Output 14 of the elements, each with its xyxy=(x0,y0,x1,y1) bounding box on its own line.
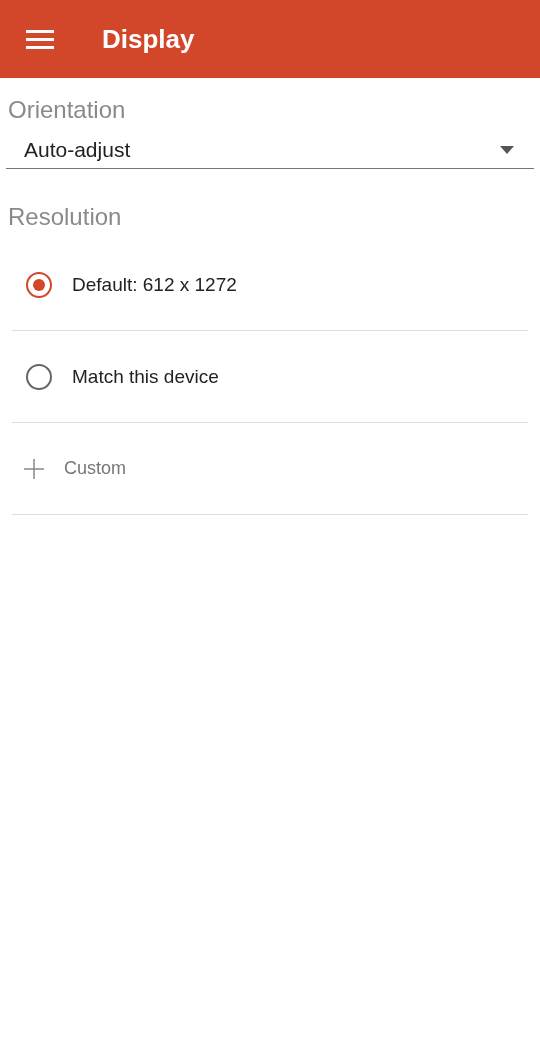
orientation-dropdown[interactable]: Auto-adjust xyxy=(6,138,534,169)
custom-button[interactable]: Custom xyxy=(12,423,528,515)
section-label: Resolution xyxy=(7,202,123,231)
radio-option[interactable]: Default: 612 x 1272 xyxy=(12,239,528,331)
option-label: Default: 612 x 1272 xyxy=(72,273,237,296)
radio-button[interactable] xyxy=(26,363,52,390)
option-label: Match this device xyxy=(72,365,219,388)
menu-icon[interactable] xyxy=(26,27,54,51)
radio-button[interactable] xyxy=(26,271,52,298)
caret-icon xyxy=(500,146,514,154)
screen-title: Display xyxy=(102,23,195,55)
section-label: Orientation xyxy=(7,95,127,124)
plus-icon xyxy=(24,458,44,479)
radio-option[interactable]: Match this device xyxy=(12,331,528,423)
